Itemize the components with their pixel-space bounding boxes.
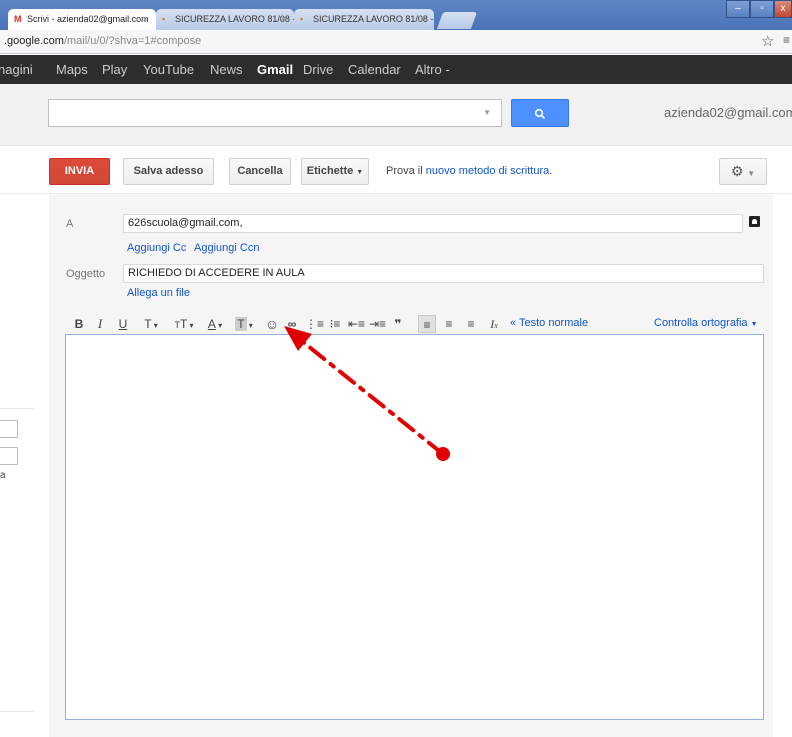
discard-button[interactable]: Cancella xyxy=(229,158,291,185)
search-header: ▼ azienda02@gmail.com ▼ xyxy=(0,84,792,146)
close-tab-icon[interactable]: × xyxy=(281,9,286,30)
gbar-item-gmail[interactable]: Gmail xyxy=(257,62,293,77)
indent-more-icon[interactable]: ⇥≡ xyxy=(369,315,386,333)
add-bcc-link[interactable]: Aggiungi Ccn xyxy=(194,242,259,254)
window-controls: – ▫ x xyxy=(726,0,792,18)
spellcheck-link[interactable]: Controlla ortografia ▼ xyxy=(654,317,758,329)
quote-icon[interactable]: ❞ xyxy=(390,315,406,333)
browser-tab-compose[interactable]: M Scrivi - azienda02@gmail.com × xyxy=(8,9,156,30)
to-field[interactable]: 626scuola@gmail.com, xyxy=(123,214,743,233)
close-tab-icon[interactable]: × xyxy=(421,9,426,30)
spellcheck-text: Controlla ortografia xyxy=(654,317,748,329)
left-nav-box[interactable] xyxy=(0,447,18,465)
compose-actions: INVIA Salva adesso Cancella Etichette ▼ … xyxy=(0,146,792,194)
gbar-item-drive[interactable]: Drive xyxy=(303,62,333,77)
message-body-editor[interactable] xyxy=(65,334,764,720)
link-icon[interactable]: ∞ xyxy=(283,315,301,333)
tab-title: Scrivi - azienda02@gmail.com xyxy=(27,14,149,24)
gbar-item-altro[interactable]: Altro - xyxy=(415,62,450,77)
gbar-item-youtube[interactable]: YouTube xyxy=(143,62,194,77)
tab-title: SICUREZZA LAVORO 81/08 - xyxy=(313,14,434,24)
browser-tab-sicurezza-1[interactable]: ▪ SICUREZZA LAVORO 81/08 - × xyxy=(156,9,294,30)
new-compose-promo: Prova il nuovo metodo di scrittura. xyxy=(386,165,552,177)
left-nav-box[interactable] xyxy=(0,420,18,438)
chevron-down-icon: ▼ xyxy=(356,169,364,176)
remove-formatting-icon[interactable]: Ix xyxy=(486,315,502,333)
maximize-icon[interactable]: ▫ xyxy=(750,0,774,18)
align-right-icon[interactable]: ≡ xyxy=(463,315,479,333)
italic-button[interactable]: I xyxy=(93,315,107,333)
labels-button[interactable]: Etichette ▼ xyxy=(301,158,369,185)
close-tab-icon[interactable]: × xyxy=(143,9,148,30)
new-compose-link[interactable]: nuovo metodo di scrittura xyxy=(426,165,550,177)
highlight-color-button[interactable]: T ▾ xyxy=(231,315,257,333)
search-options-chevron-icon[interactable]: ▼ xyxy=(483,108,491,117)
folder-icon: ▪ xyxy=(300,14,304,24)
save-now-button[interactable]: Salva adesso xyxy=(123,158,214,185)
gbar-item-maps[interactable]: Maps xyxy=(56,62,88,77)
font-button[interactable]: T ▾ xyxy=(139,315,163,333)
search-button[interactable] xyxy=(511,99,569,127)
search-input[interactable]: ▼ xyxy=(48,99,502,127)
settings-button[interactable]: ⚙ ▼ xyxy=(719,158,767,185)
bookmark-star-icon[interactable]: ☆ xyxy=(761,32,774,50)
search-icon xyxy=(534,109,546,120)
new-tab-button[interactable] xyxy=(436,12,478,29)
url-path: /mail/u/0/?shva=1#compose xyxy=(63,35,202,47)
bulleted-list-icon[interactable]: ⁝≡ xyxy=(327,315,343,333)
folder-icon: ▪ xyxy=(162,14,166,24)
google-bar: nagini Maps Play YouTube News Gmail Driv… xyxy=(0,55,792,84)
browser-tab-strip: M Scrivi - azienda02@gmail.com × ▪ SICUREZ… xyxy=(0,0,792,30)
minimize-icon[interactable]: – xyxy=(726,0,750,18)
indent-less-icon[interactable]: ⇤≡ xyxy=(348,315,365,333)
labels-button-text: Etichette xyxy=(306,165,354,177)
tab-title: SICUREZZA LAVORO 81/08 - xyxy=(175,14,294,24)
wrench-menu-icon[interactable]: ≡ xyxy=(783,33,790,47)
gbar-item-news[interactable]: News xyxy=(210,62,243,77)
url-host: .google.com xyxy=(4,35,64,47)
add-cc-link[interactable]: Aggiungi Cc xyxy=(127,242,186,254)
attach-file-link[interactable]: Allega un file xyxy=(127,287,190,299)
gmail-icon: M xyxy=(14,14,22,24)
contacts-icon[interactable] xyxy=(749,216,760,227)
promo-prefix: Prova il xyxy=(386,165,423,177)
underline-button[interactable]: U xyxy=(116,315,130,333)
gbar-item-play[interactable]: Play xyxy=(102,62,127,77)
gear-icon: ⚙ xyxy=(730,163,744,179)
url-text[interactable]: .google.com/mail/u/0/?shva=1#compose xyxy=(4,35,201,47)
chevron-down-icon: ▼ xyxy=(747,169,756,178)
left-nav-fragment: a xyxy=(0,470,6,481)
emoji-icon[interactable]: ☺ xyxy=(264,315,280,333)
chevron-down-icon: ▼ xyxy=(750,321,758,328)
align-center-icon[interactable]: ≡ xyxy=(441,315,457,333)
numbered-list-icon[interactable]: ⋮≡ xyxy=(305,315,324,333)
close-window-icon[interactable]: x xyxy=(774,0,792,18)
to-label: A xyxy=(66,218,74,230)
browser-tab-sicurezza-2[interactable]: ▪ SICUREZZA LAVORO 81/08 - × xyxy=(294,9,434,30)
text-color-button[interactable]: A ▾ xyxy=(201,315,229,333)
promo-suffix: . xyxy=(549,165,553,177)
gbar-item-calendar[interactable]: Calendar xyxy=(348,62,401,77)
left-nav-divider xyxy=(0,408,34,409)
account-email-text: azienda02@gmail.com xyxy=(664,105,792,120)
subject-field[interactable]: RICHIEDO DI ACCEDERE IN AULA xyxy=(123,264,764,283)
align-left-icon[interactable]: ≡ xyxy=(418,315,436,333)
gbar-item-immagini[interactable]: nagini xyxy=(0,62,33,77)
address-bar[interactable]: .google.com/mail/u/0/?shva=1#compose ☆ ≡ xyxy=(0,30,792,54)
send-button[interactable]: INVIA xyxy=(49,158,110,185)
plain-text-link[interactable]: « Testo normale xyxy=(510,317,588,329)
account-email[interactable]: azienda02@gmail.com ▼ xyxy=(664,105,792,120)
left-nav-divider xyxy=(0,711,34,712)
font-size-button[interactable]: TT ▾ xyxy=(170,315,198,333)
subject-label: Oggetto xyxy=(66,268,106,280)
bold-button[interactable]: B xyxy=(72,315,86,333)
